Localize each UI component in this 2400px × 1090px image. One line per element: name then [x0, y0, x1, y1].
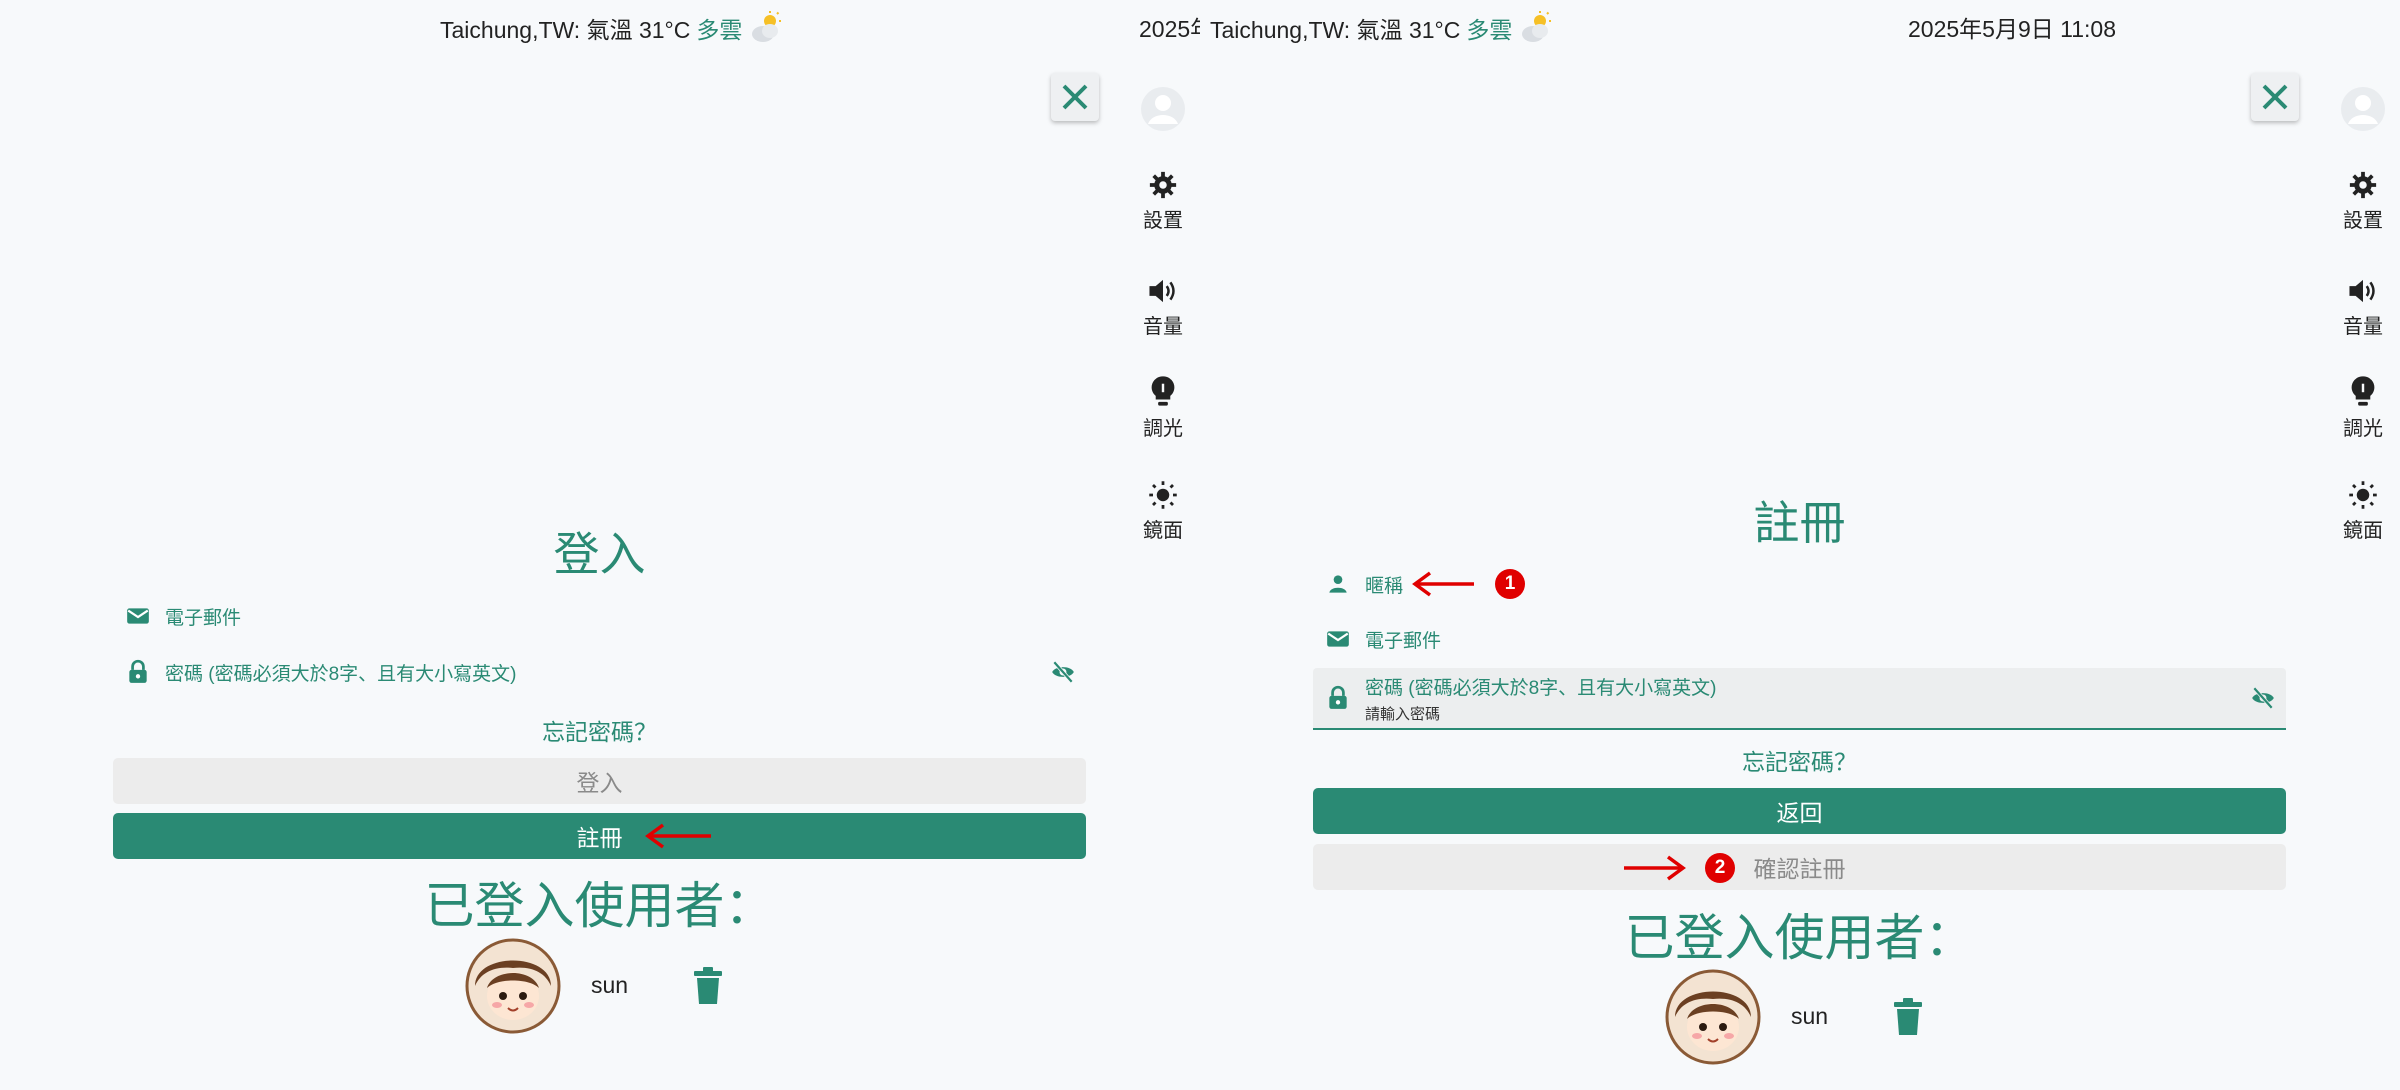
weather-location-temp: Taichung,TW: 氣溫 31°C: [440, 17, 691, 43]
partly-cloudy-icon: [752, 11, 782, 42]
top-bar: Taichung,TW: 氣溫 31°C 多雲: [0, 8, 1200, 43]
sidebar-item-dimming[interactable]: 調光: [2315, 374, 2400, 441]
close-icon: [2262, 84, 2288, 110]
mail-icon: [127, 608, 149, 624]
mirror-label: 鏡面: [1143, 520, 1183, 542]
settings-label: 設置: [1143, 210, 1183, 232]
profile-placeholder-icon[interactable]: [2340, 86, 2386, 132]
eye-off-icon[interactable]: [1050, 659, 1076, 685]
user-name: sun: [1791, 1003, 1829, 1029]
sidebar-item-mirror[interactable]: 鏡面: [1115, 480, 1200, 543]
datetime: 2025年5月9日 11:08: [1908, 16, 2116, 42]
lightbulb-icon: [1151, 376, 1175, 406]
annotation-arrow-left: [645, 823, 711, 849]
settings-label: 設置: [2343, 210, 2383, 232]
volume-icon: [2349, 279, 2375, 303]
sidebar-item-volume[interactable]: 音量: [1115, 276, 1200, 339]
password-placeholder: 請輸入密碼: [1365, 705, 1441, 723]
login-button[interactable]: 登入: [113, 758, 1086, 804]
lightbulb-icon: [2351, 376, 2375, 406]
back-button[interactable]: 返回: [1313, 788, 2286, 834]
brightness-icon: [2349, 481, 2377, 509]
partly-cloudy-icon: [1522, 11, 1552, 42]
register-screen: Taichung,TW: 氣溫 31°C 多雲 2025年5月9日 11:08 …: [1200, 0, 2400, 1090]
user-name: sun: [591, 972, 629, 998]
register-button[interactable]: 註冊: [113, 813, 1086, 859]
volume-label: 音量: [1143, 316, 1183, 338]
email-field[interactable]: 電子郵件: [113, 589, 1086, 643]
sidebar-item-mirror[interactable]: 鏡面: [2315, 480, 2400, 543]
profile-placeholder-icon[interactable]: [1140, 86, 1186, 132]
mirror-label: 鏡面: [2343, 520, 2383, 542]
email-label: 電子郵件: [1365, 630, 1442, 652]
gear-icon: [1149, 171, 1177, 199]
password-label: 密碼 (密碼必須大於8字、且有大小寫英文): [165, 663, 517, 685]
email-label: 電子郵件: [165, 607, 242, 629]
login-screen: Taichung,TW: 氣溫 31°C 多雲 登入 電子郵件 密碼 (密碼必須…: [0, 0, 1200, 1090]
trash-icon[interactable]: [691, 966, 725, 1006]
weather-location-temp: Taichung,TW: 氣溫 31°C: [1210, 17, 1461, 43]
dimming-label: 調光: [1143, 418, 1183, 440]
top-bar: Taichung,TW: 氣溫 31°C 多雲 2025年5月9日 11:08: [1200, 8, 2400, 46]
person-icon: [1329, 575, 1347, 593]
confirm-register-button[interactable]: 確認註冊: [1313, 844, 2286, 890]
eye-off-icon[interactable]: [2250, 685, 2276, 711]
weather-widget: Taichung,TW: 氣溫 31°C 多雲: [440, 10, 784, 46]
password-field[interactable]: 密碼 (密碼必須大於8字、且有大小寫英文): [113, 645, 1086, 699]
annotation-badge-2: 2: [1705, 853, 1735, 883]
register-title: 註冊: [1753, 497, 1846, 549]
weather-condition: 多雲: [696, 17, 743, 43]
weather-widget: Taichung,TW: 氣溫 31°C 多雲: [1210, 10, 1555, 46]
sidebar-item-dimming[interactable]: 調光: [1115, 374, 1200, 441]
sidebar-item-settings[interactable]: 設置: [1115, 170, 1200, 233]
lock-icon: [1329, 685, 1347, 709]
trash-icon[interactable]: [1891, 997, 1925, 1037]
email-field[interactable]: 電子郵件: [1313, 612, 2286, 666]
close-button[interactable]: [2251, 73, 2299, 121]
gear-icon: [2349, 171, 2377, 199]
volume-label: 音量: [2343, 316, 2383, 338]
datetime-fragment: 2025年: [1139, 16, 1200, 42]
forgot-password-link[interactable]: 忘記密碼？: [1313, 743, 2286, 777]
close-icon: [1062, 84, 1088, 110]
forgot-password-link[interactable]: 忘記密碼？: [113, 713, 1086, 747]
mail-icon: [1327, 631, 1349, 647]
sidebar-item-volume[interactable]: 音量: [2315, 276, 2400, 339]
annotation-arrow-right: [1624, 855, 1686, 881]
weather-condition: 多雲: [1466, 17, 1513, 43]
logged-in-heading: 已登入使用者：: [1624, 910, 1975, 966]
password-label: 密碼 (密碼必須大於8字、且有大小寫英文): [1365, 677, 1717, 699]
annotation-badge-1: 1: [1495, 569, 1525, 599]
annotation-arrow-left: [1412, 571, 1474, 597]
dimming-label: 調光: [2343, 418, 2383, 440]
lock-icon: [129, 659, 147, 683]
avatar[interactable]: [465, 938, 561, 1034]
login-title: 登入: [553, 528, 646, 580]
sidebar-item-settings[interactable]: 設置: [2315, 170, 2400, 233]
volume-icon: [1149, 279, 1175, 303]
nickname-label: 暱稱: [1365, 575, 1404, 597]
avatar[interactable]: [1665, 969, 1761, 1065]
close-button[interactable]: [1051, 73, 1099, 121]
logged-in-heading: 已登入使用者：: [424, 878, 775, 934]
brightness-icon: [1149, 481, 1177, 509]
password-field[interactable]: 密碼 (密碼必須大於8字、且有大小寫英文) 請輸入密碼: [1313, 668, 2286, 730]
